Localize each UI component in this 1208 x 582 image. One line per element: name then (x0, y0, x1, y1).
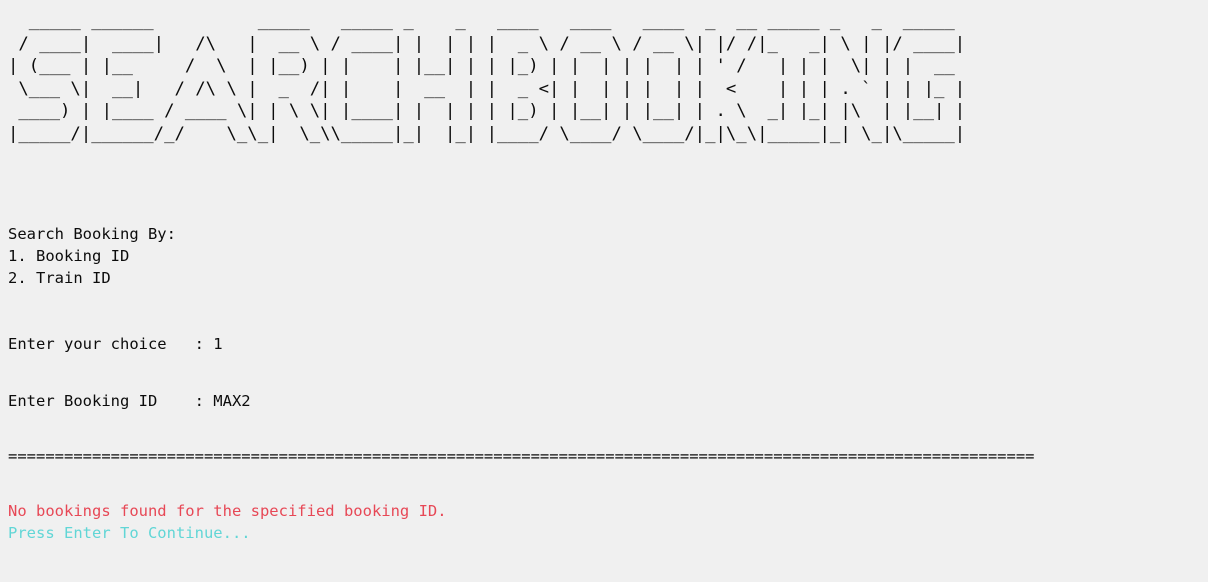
booking-id-input-line: Enter Booking ID : MAX2 (8, 392, 251, 410)
continue-prompt: Press Enter To Continue... (8, 524, 251, 542)
menu-option-booking-id: 1. Booking ID (8, 247, 130, 265)
error-message: No bookings found for the specified book… (8, 502, 447, 520)
choice-input-line: Enter your choice : 1 (8, 335, 223, 353)
ascii-banner: _____ ______ _____ _____ _ _ ____ ____ _… (8, 11, 966, 144)
console-window[interactable]: _____ ______ _____ _____ _ _ ____ ____ _… (8, 0, 1208, 582)
menu-title: Search Booking By: (8, 225, 176, 243)
menu-option-train-id: 2. Train ID (8, 269, 111, 287)
separator-line: ========================================… (8, 447, 1035, 465)
